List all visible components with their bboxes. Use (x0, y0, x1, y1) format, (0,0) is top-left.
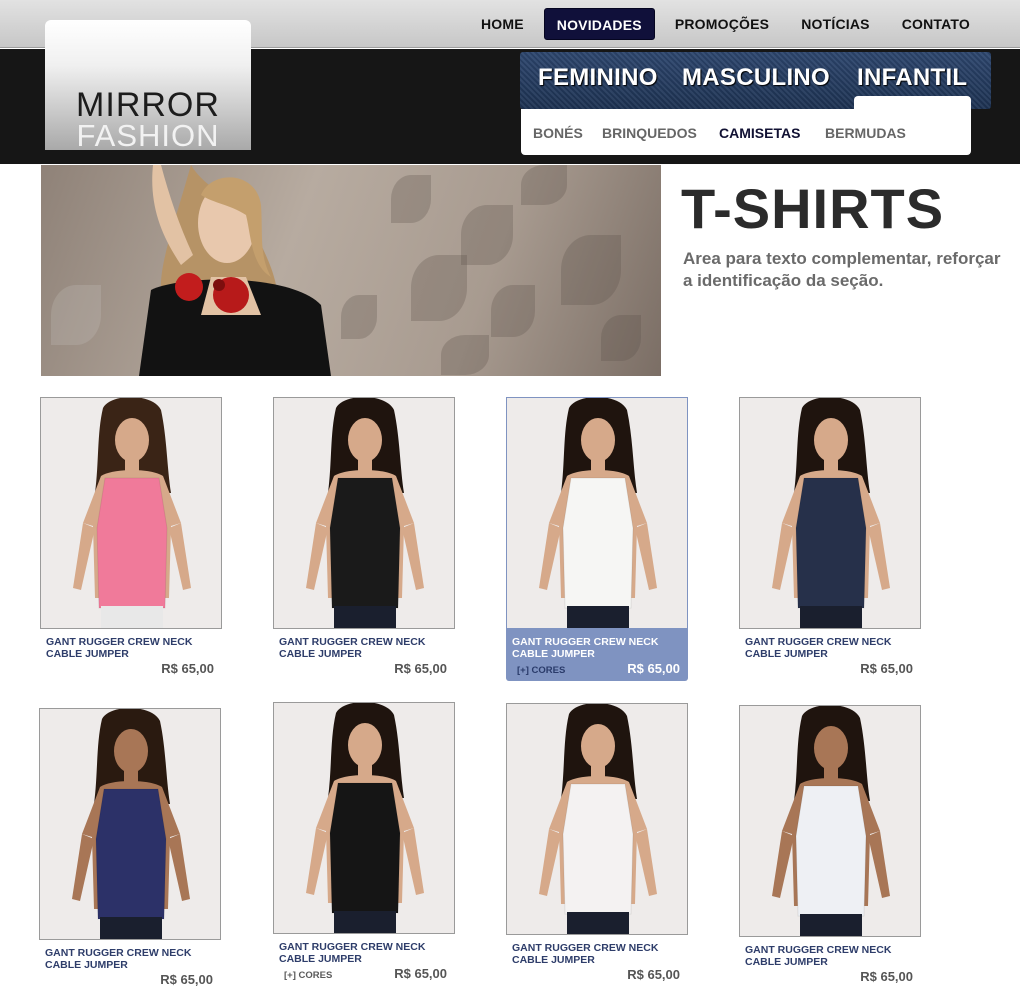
nav-contato[interactable]: CONTATO (890, 8, 982, 40)
product-name-line-2: CABLE JUMPER (45, 959, 128, 971)
product-price: R$ 65,00 (394, 661, 447, 676)
product-image[interactable] (273, 397, 455, 629)
subcategory-bones[interactable]: BONÉS (533, 125, 583, 141)
product-name[interactable]: GANT RUGGER CREW NECK CABLE JUMPER (745, 636, 915, 660)
product-image[interactable] (39, 708, 221, 940)
product-name-line-2: CABLE JUMPER (279, 648, 362, 660)
product-name-line-2: CABLE JUMPER (745, 648, 828, 660)
section-title: T-SHIRTS (681, 177, 945, 240)
product-name[interactable]: GANT RUGGER CREW NECK CABLE JUMPER (279, 941, 449, 965)
category-infantil[interactable]: INFANTIL (857, 64, 967, 92)
nav-novidades[interactable]: NOVIDADES (543, 8, 655, 40)
nav-home[interactable]: HOME (469, 8, 536, 40)
product-image[interactable] (506, 703, 688, 935)
more-colors-link[interactable]: [+] CORES (284, 970, 332, 981)
product-price: R$ 65,00 (627, 967, 680, 982)
product-card[interactable]: GANT RUGGER CREW NECK CABLE JUMPER R$ 65… (739, 397, 921, 687)
product-name-line-1: GANT RUGGER CREW NECK (512, 942, 659, 954)
product-card[interactable]: GANT RUGGER CREW NECK CABLE JUMPER [+] C… (506, 397, 688, 687)
product-price: R$ 65,00 (394, 966, 447, 981)
product-name-line-2: CABLE JUMPER (279, 953, 362, 965)
product-price: R$ 65,00 (160, 972, 213, 987)
product-card[interactable]: GANT RUGGER CREW NECK CABLE JUMPER R$ 65… (39, 708, 221, 995)
product-name-line-1: GANT RUGGER CREW NECK (279, 636, 426, 648)
product-name-line-2: CABLE JUMPER (745, 956, 828, 968)
category-masculino[interactable]: MASCULINO (682, 64, 830, 92)
section-description: Area para texto complementar, reforçar a… (683, 249, 1001, 290)
product-card[interactable]: GANT RUGGER CREW NECK CABLE JUMPER R$ 65… (739, 705, 921, 995)
subcategory-bermudas[interactable]: BERMUDAS (825, 125, 906, 141)
product-image[interactable] (40, 397, 222, 629)
model-photo (139, 165, 331, 376)
product-name-line-2: CABLE JUMPER (512, 954, 595, 966)
nav-promocoes[interactable]: PROMOÇÕES (663, 8, 781, 40)
product-price: R$ 65,00 (860, 969, 913, 984)
product-image[interactable] (506, 397, 688, 629)
product-name-line-1: GANT RUGGER CREW NECK (745, 944, 892, 956)
logo-line-2: FASHION (76, 118, 220, 150)
product-card[interactable]: GANT RUGGER CREW NECK CABLE JUMPER R$ 65… (40, 397, 222, 687)
active-category-tab (854, 96, 971, 110)
product-name[interactable]: GANT RUGGER CREW NECK CABLE JUMPER (279, 636, 449, 660)
product-price: R$ 65,00 (860, 661, 913, 676)
site-logo[interactable]: MIRROR FASHION (45, 20, 251, 150)
subcategory-brinquedos[interactable]: BRINQUEDOS (602, 125, 697, 141)
product-name-line-1: GANT RUGGER CREW NECK (45, 947, 192, 959)
product-price: R$ 65,00 (161, 661, 214, 676)
product-name[interactable]: GANT RUGGER CREW NECK CABLE JUMPER (45, 947, 215, 971)
product-name-line-2: CABLE JUMPER (512, 648, 595, 660)
product-card[interactable]: GANT RUGGER CREW NECK CABLE JUMPER R$ 65… (273, 397, 455, 687)
top-nav: HOME NOVIDADES PROMOÇÕES NOTÍCIAS CONTAT… (469, 8, 982, 40)
subcategory-camisetas[interactable]: CAMISETAS (719, 125, 800, 141)
product-card[interactable]: GANT RUGGER CREW NECK CABLE JUMPER [+] C… (273, 702, 455, 992)
subcategory-bar: BONÉS BRINQUEDOS CAMISETAS BERMUDAS (521, 109, 971, 155)
product-name[interactable]: GANT RUGGER CREW NECK CABLE JUMPER (46, 636, 216, 660)
product-name-line-1: GANT RUGGER CREW NECK (512, 636, 659, 648)
hero-banner-image (41, 165, 661, 376)
product-name-line-1: GANT RUGGER CREW NECK (745, 636, 892, 648)
product-card[interactable]: GANT RUGGER CREW NECK CABLE JUMPER R$ 65… (506, 703, 688, 993)
nav-noticias[interactable]: NOTÍCIAS (789, 8, 882, 40)
product-name-line-1: GANT RUGGER CREW NECK (279, 941, 426, 953)
more-colors-link[interactable]: [+] CORES (517, 665, 565, 676)
product-name-line-1: GANT RUGGER CREW NECK (46, 636, 193, 648)
category-feminino[interactable]: FEMININO (538, 64, 658, 92)
product-price: R$ 65,00 (627, 661, 680, 676)
product-name[interactable]: GANT RUGGER CREW NECK CABLE JUMPER (745, 944, 915, 968)
product-name-line-2: CABLE JUMPER (46, 648, 129, 660)
product-image[interactable] (739, 705, 921, 937)
product-image[interactable] (273, 702, 455, 934)
product-image[interactable] (739, 397, 921, 629)
product-name[interactable]: GANT RUGGER CREW NECK CABLE JUMPER (512, 942, 682, 966)
product-name[interactable]: GANT RUGGER CREW NECK CABLE JUMPER (512, 636, 682, 660)
